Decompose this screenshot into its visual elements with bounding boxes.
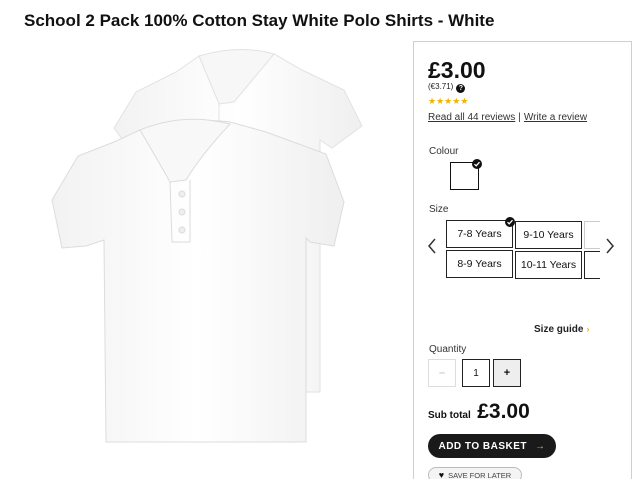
star-icon: ★ bbox=[460, 96, 469, 106]
size-option-label: 10-11 Years bbox=[520, 259, 577, 271]
subtotal-label: Sub total bbox=[428, 410, 471, 421]
size-option[interactable]: 8-9 Years bbox=[446, 250, 513, 278]
size-guide-label: Size guide bbox=[534, 324, 584, 335]
star-icon: ★ bbox=[428, 96, 437, 106]
write-review-link[interactable]: Write a review bbox=[524, 112, 587, 123]
read-reviews-link[interactable]: Read all 44 reviews bbox=[428, 112, 515, 123]
question-circle-icon[interactable]: ? bbox=[456, 84, 466, 93]
heart-icon: ♥ bbox=[438, 470, 445, 479]
size-option[interactable]: 7-8 Years bbox=[446, 217, 515, 248]
check-circle-icon bbox=[505, 217, 515, 227]
separator: | bbox=[518, 112, 521, 123]
size-option[interactable]: 12 bbox=[584, 251, 600, 279]
reviews-links: Read all 44 reviews | Write a review bbox=[428, 112, 587, 123]
purchase-panel: £3.00 (€3.71)? ★★★★★ Read all 44 reviews… bbox=[413, 41, 632, 479]
colour-swatch-white[interactable] bbox=[450, 159, 482, 190]
product-image bbox=[44, 42, 384, 479]
colour-label: Colour bbox=[429, 146, 459, 157]
subtotal: Sub total £3.00 bbox=[428, 400, 530, 424]
star-icon: ★ bbox=[436, 96, 445, 106]
chevron-left-icon[interactable] bbox=[427, 238, 437, 254]
size-guide-link[interactable]: Size guide › bbox=[534, 324, 589, 335]
price: £3.00 bbox=[428, 57, 486, 83]
chevron-right-icon[interactable] bbox=[605, 238, 615, 254]
quantity-label: Quantity bbox=[429, 344, 467, 355]
size-option-label: 7-8 Years bbox=[457, 228, 502, 240]
size-option[interactable]: 10-11 Years bbox=[515, 251, 582, 279]
size-option[interactable]: 11 bbox=[584, 221, 600, 249]
add-to-basket-label: ADD TO BASKET bbox=[438, 440, 528, 452]
quantity-decrease-button[interactable]: – bbox=[428, 359, 456, 387]
size-option-label: 8-9 Years bbox=[457, 258, 502, 270]
price-euro-value: (€3.71) bbox=[428, 82, 454, 91]
quantity-increase-button[interactable]: + bbox=[493, 359, 521, 387]
size-option-label: 9-10 Years bbox=[523, 229, 574, 241]
size-label: Size bbox=[429, 204, 449, 215]
chevron-right-icon: › bbox=[586, 324, 590, 334]
check-circle-icon bbox=[472, 159, 482, 169]
rating-stars: ★★★★★ bbox=[428, 96, 468, 107]
save-for-later-label: SAVE FOR LATER bbox=[448, 470, 512, 479]
quantity-input[interactable]: 1 bbox=[462, 359, 490, 387]
add-to-basket-button[interactable]: ADD TO BASKET → bbox=[428, 434, 556, 458]
polo-shirts-image bbox=[51, 48, 363, 443]
save-for-later-button[interactable]: ♥ SAVE FOR LATER bbox=[428, 467, 522, 479]
size-options: 7-8 Years 9-10 Years 11 8-9 Years 10-11 … bbox=[444, 217, 600, 279]
arrow-right-icon: → bbox=[535, 440, 546, 452]
subtotal-value: £3.00 bbox=[477, 400, 530, 423]
product-title: School 2 Pack 100% Cotton Stay White Pol… bbox=[24, 11, 495, 30]
price-euro: (€3.71)? bbox=[428, 82, 466, 93]
size-option[interactable]: 9-10 Years bbox=[515, 221, 582, 249]
